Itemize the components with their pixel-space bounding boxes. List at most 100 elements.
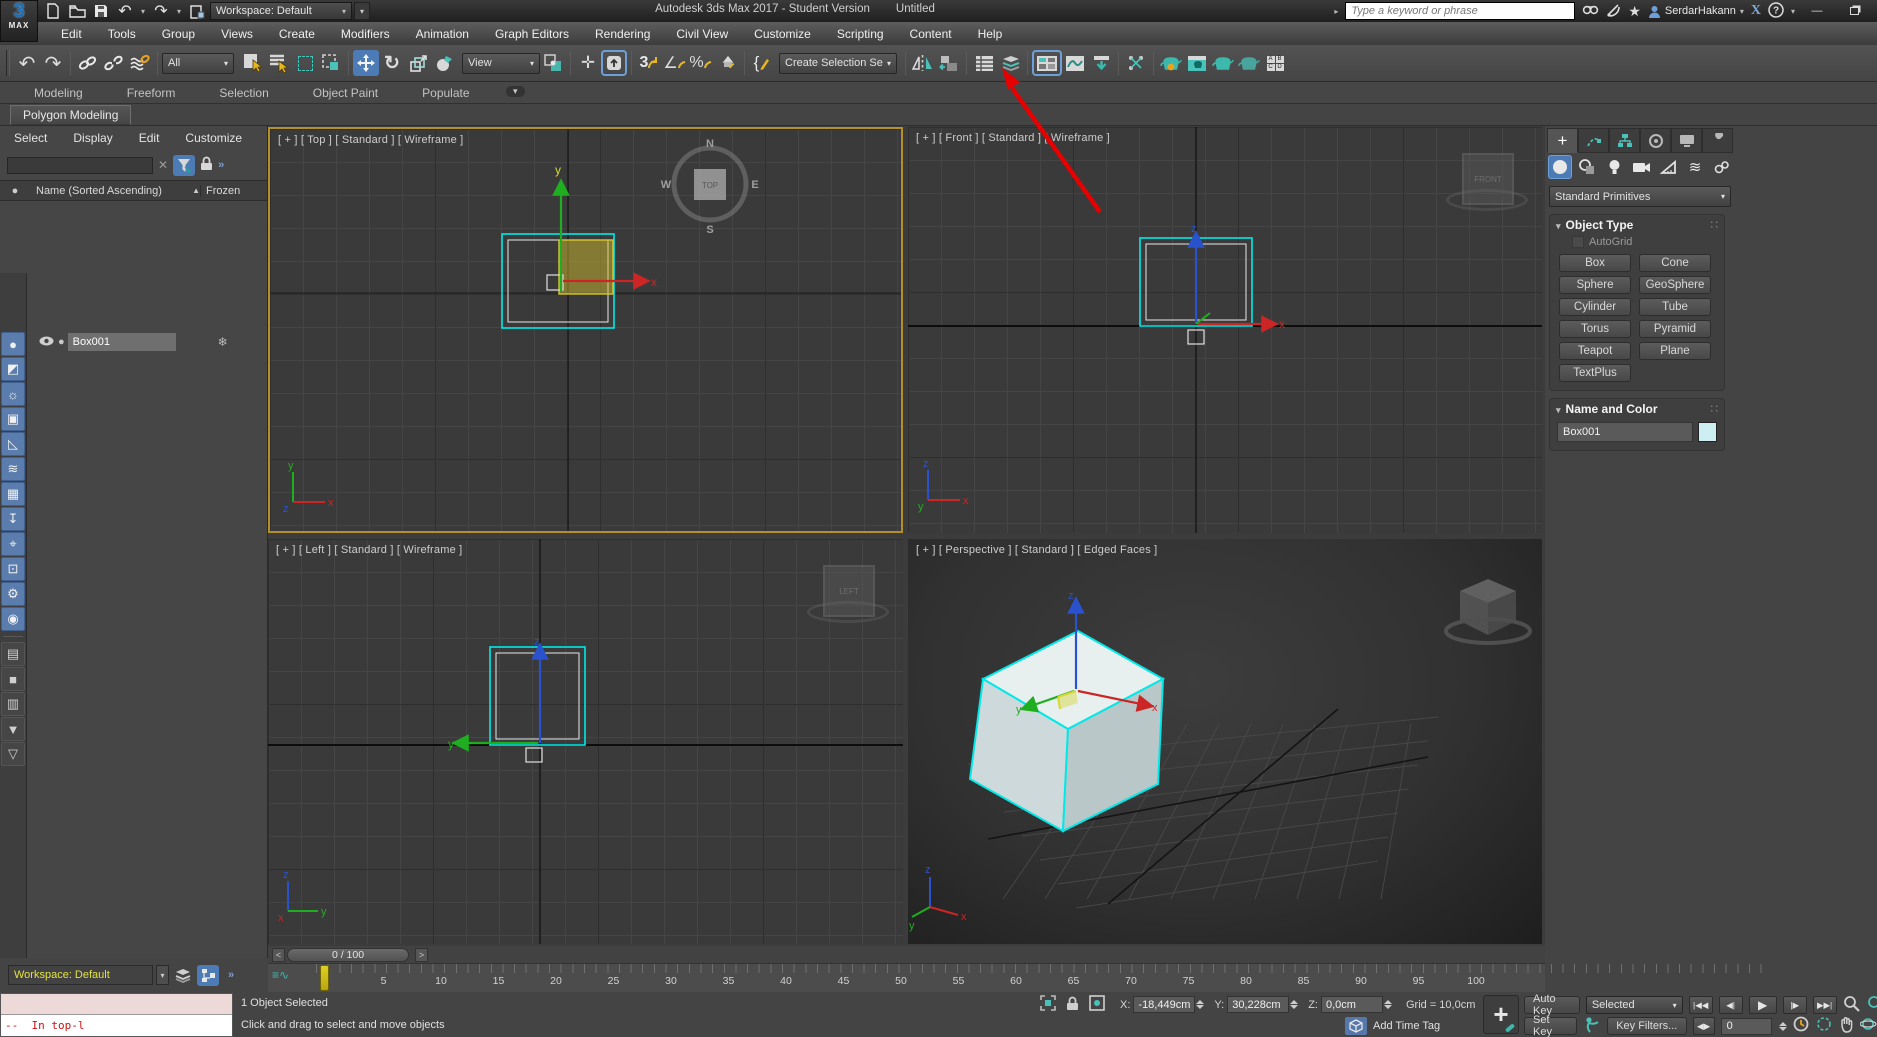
explorer-menu-item[interactable]: Customize <box>185 131 256 145</box>
search-toggle-icon[interactable]: ▸ <box>1334 7 1338 16</box>
new-file-icon[interactable] <box>42 1 64 21</box>
explorer-search-input[interactable] <box>7 157 153 174</box>
previous-frame-button[interactable]: ◀| <box>1719 996 1743 1014</box>
select-and-rotate-button[interactable]: ↻ <box>379 50 405 76</box>
primitives-category-dropdown[interactable]: Standard Primitives▾ <box>1549 186 1731 207</box>
scene-explorer-toolbar-icon[interactable] <box>997 50 1023 76</box>
isolate-selection-icon[interactable] <box>1040 995 1056 1014</box>
redo-icon[interactable]: ↷ <box>150 1 172 21</box>
viewport-perspective-label[interactable]: [ + ] [ Perspective ] [ Standard ] [ Edg… <box>916 544 1157 556</box>
toolbar-grip[interactable] <box>6 50 10 76</box>
undo-button[interactable]: ↶ <box>14 50 40 76</box>
menu-item[interactable]: Create <box>266 22 328 45</box>
spinner-snap-icon[interactable] <box>714 50 740 76</box>
workspace-selector[interactable]: Workspace: Default ▾ <box>210 2 352 20</box>
tab-utilities[interactable] <box>1702 128 1733 153</box>
key-mode-icon[interactable] <box>1583 1016 1601 1036</box>
display-option-button[interactable]: ■ <box>1 667 25 691</box>
menu-item[interactable]: Content <box>897 22 965 45</box>
object-color-swatch[interactable] <box>1698 422 1717 442</box>
display-option-button[interactable]: ▤ <box>1 642 25 666</box>
curve-editor-icon[interactable] <box>1062 50 1088 76</box>
clear-search-icon[interactable]: ✕ <box>158 158 168 172</box>
display-option-button[interactable]: ▥ <box>1 692 25 716</box>
viewport-perspective[interactable]: [ + ] [ Perspective ] [ Standard ] [ Edg… <box>908 539 1542 944</box>
display-toggle-button[interactable]: ⊡ <box>1 557 25 581</box>
box-object-3d[interactable] <box>970 631 1163 831</box>
menu-item[interactable]: Help <box>965 22 1016 45</box>
rendered-frame-window-icon[interactable] <box>1184 50 1210 76</box>
mirror-button[interactable] <box>910 50 936 76</box>
key-step-nav[interactable]: ◀▶ <box>1693 1017 1715 1035</box>
explorer-overflow-chevrons[interactable]: » <box>218 159 224 171</box>
go-to-end-button[interactable]: ▶▶| <box>1813 996 1837 1014</box>
display-toggle-button[interactable]: ⚙ <box>1 582 25 606</box>
name-column-header[interactable]: Name (Sorted Ascending) ▲ <box>30 185 200 197</box>
frame-forward-button[interactable]: > <box>415 948 428 962</box>
frozen-flake-icon[interactable]: ❄ <box>218 335 228 349</box>
render-production-icon[interactable] <box>1210 50 1236 76</box>
orbit-icon[interactable] <box>1860 1016 1877 1036</box>
key-selection-dropdown[interactable]: Selected▾ <box>1586 996 1683 1014</box>
search-input[interactable]: Type a keyword or phrase <box>1345 2 1575 20</box>
listener-row[interactable]: -- In top-l <box>1 1015 232 1036</box>
render-presets-ab-icon[interactable]: ABCD <box>1262 50 1288 76</box>
category-systems-icon[interactable] <box>1710 155 1734 179</box>
render-iterative-icon[interactable] <box>1236 50 1262 76</box>
primitive-button[interactable]: TextPlus <box>1559 364 1631 382</box>
use-pivot-center-icon[interactable] <box>540 50 566 76</box>
primitive-button[interactable]: Plane <box>1639 342 1711 360</box>
reference-coordinate-dropdown[interactable]: View▾ <box>462 53 540 74</box>
menu-item[interactable]: Group <box>149 22 208 45</box>
display-toggle-button[interactable]: ◉ <box>1 607 25 631</box>
ribbon-tab[interactable]: Selection <box>197 83 290 103</box>
snap-toggle-3d-icon[interactable]: 3 <box>636 50 662 76</box>
help-icon[interactable]: ? <box>1768 2 1784 21</box>
y-coordinate-input[interactable]: 30,228cm <box>1227 996 1289 1013</box>
display-toggle-button[interactable]: ⌖ <box>1 532 25 556</box>
menu-item[interactable]: Views <box>208 22 266 45</box>
help-caret-icon[interactable]: ▾ <box>1791 7 1795 16</box>
set-key-button[interactable]: Set Key <box>1524 1017 1577 1035</box>
current-frame-input[interactable]: 0 <box>1721 1018 1772 1035</box>
minimize-button[interactable]: — <box>1802 2 1832 20</box>
workspace-overflow-chevrons[interactable]: » <box>228 969 234 981</box>
save-icon[interactable] <box>90 1 112 21</box>
object-type-header[interactable]: ▾Object Type ∷ <box>1550 215 1724 234</box>
ribbon-tab[interactable]: Object Paint <box>291 83 400 103</box>
menu-item[interactable]: Civil View <box>663 22 741 45</box>
trackbar-curves-icon[interactable]: ≡∿ <box>272 968 289 982</box>
menu-item[interactable]: Customize <box>741 22 824 45</box>
select-and-link-icon[interactable] <box>75 50 101 76</box>
set-keys-button[interactable]: + <box>1483 995 1519 1034</box>
primitive-button[interactable]: Cone <box>1639 254 1711 272</box>
redo-button[interactable]: ↷ <box>40 50 66 76</box>
select-object-icon[interactable] <box>240 50 266 76</box>
rectangular-selection-region-icon[interactable] <box>292 50 318 76</box>
x-coordinate-input[interactable]: -18,449cm <box>1133 996 1195 1013</box>
select-by-name-icon[interactable] <box>266 50 292 76</box>
time-tag-cube-icon[interactable] <box>1345 1017 1367 1035</box>
display-option-button[interactable]: ▼ <box>1 717 25 741</box>
menu-item[interactable]: Graph Editors <box>482 22 582 45</box>
display-toggle-button[interactable]: ↧ <box>1 507 25 531</box>
schematic-view-icon[interactable] <box>1088 50 1114 76</box>
explorer-lock-icon[interactable] <box>200 156 213 174</box>
category-spacewarps-icon[interactable]: ≋ <box>1683 155 1707 179</box>
set-project-folder-icon[interactable] <box>186 1 208 21</box>
next-frame-button[interactable]: |▶ <box>1783 996 1807 1014</box>
auto-key-button[interactable]: Auto Key <box>1524 996 1580 1014</box>
macro-recorder-row[interactable] <box>1 994 232 1015</box>
menu-item[interactable]: Modifiers <box>328 22 403 45</box>
primitive-button[interactable]: GeoSphere <box>1639 276 1711 294</box>
viewport-front[interactable]: [ + ] [ Front ] [ Standard ] [ Wireframe… <box>908 127 1542 533</box>
viewcube-compass[interactable]: TOP N S W E <box>661 138 759 236</box>
explorer-filter-button[interactable] <box>173 155 195 176</box>
time-scrubber[interactable]: 0 / 100 <box>287 948 409 962</box>
frozen-column-header[interactable]: Frozen <box>200 185 267 197</box>
category-helpers-icon[interactable] <box>1656 155 1680 179</box>
undo-icon[interactable]: ↶ <box>114 1 136 21</box>
render-setup-icon[interactable] <box>1158 50 1184 76</box>
select-and-place-icon[interactable] <box>431 50 457 76</box>
viewcube-3d[interactable] <box>1446 579 1530 643</box>
